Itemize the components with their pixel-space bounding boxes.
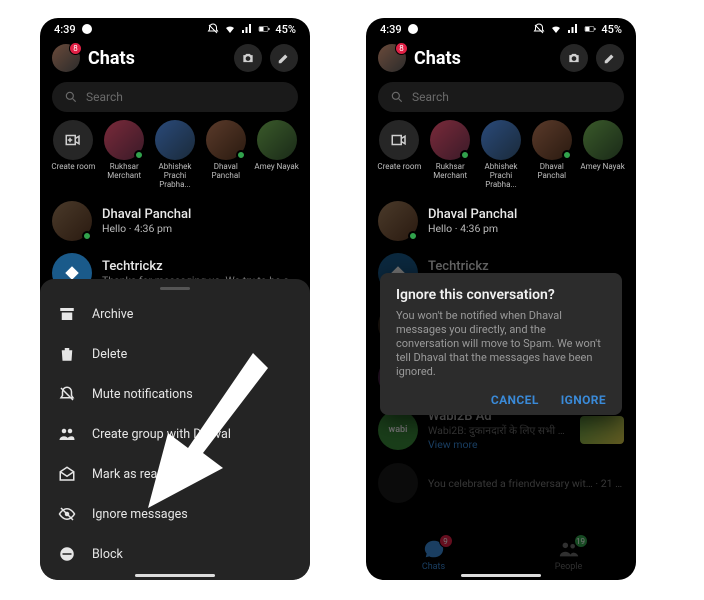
messenger-icon <box>407 23 419 35</box>
dnd-icon <box>533 23 545 35</box>
wifi-icon <box>550 23 562 35</box>
messenger-icon <box>81 23 93 35</box>
chat-row[interactable]: You celebrated a friendversary wit… · 21… <box>374 457 628 509</box>
create-room[interactable]: Create room <box>50 120 97 189</box>
sheet-delete[interactable]: Delete <box>40 334 310 374</box>
action-sheet: Archive Delete Mute notifications Create… <box>40 279 310 580</box>
home-indicator[interactable] <box>135 574 215 577</box>
mail-open-icon <box>58 465 76 483</box>
video-plus-icon <box>390 131 408 149</box>
chat-name: Techtrickz <box>428 259 624 274</box>
status-time: 4:39 <box>54 23 76 36</box>
eye-off-icon <box>58 505 76 523</box>
create-room[interactable]: Create room <box>376 120 423 189</box>
stories-row[interactable]: Create room Rukhsar Merchant Abhishek Pr… <box>40 120 310 195</box>
page-title: Chats <box>88 48 226 69</box>
status-bar: 4:39 45% <box>366 18 636 40</box>
pencil-icon <box>603 51 617 65</box>
nav-chats[interactable]: 9 Chats <box>366 538 501 572</box>
bell-off-icon <box>58 385 76 403</box>
sheet-block[interactable]: Block <box>40 534 310 574</box>
signal-icon <box>241 23 253 35</box>
dialog-body: You won't be notified when Dhaval messag… <box>396 309 606 379</box>
camera-icon <box>241 51 255 65</box>
sheet-create-group[interactable]: Create group with Dhaval <box>40 414 310 454</box>
search-icon <box>390 90 404 104</box>
app-header: 8 Chats <box>366 40 636 78</box>
nav-people[interactable]: 19 People <box>501 538 636 572</box>
chat-preview: Wabi2B: दुकानदारों के लिए सभी समस्या अटक… <box>428 424 570 438</box>
page-title: Chats <box>414 48 552 69</box>
story-item[interactable]: Rukhsar Merchant <box>427 120 474 189</box>
search-placeholder: Search <box>86 90 123 104</box>
block-icon <box>58 545 76 563</box>
story-item[interactable]: Amey Nayak <box>579 120 626 189</box>
sheet-mark-read[interactable]: Mark as read <box>40 454 310 494</box>
confirm-dialog: Ignore this conversation? You won't be n… <box>380 273 622 415</box>
ignore-button[interactable]: IGNORE <box>561 393 606 407</box>
sheet-archive[interactable]: Archive <box>40 294 310 334</box>
notification-badge: 8 <box>395 42 408 55</box>
battery-icon <box>258 23 270 35</box>
story-item[interactable]: Abhishek Prachi Prabha... <box>478 120 525 189</box>
story-item[interactable]: Dhaval Panchal <box>528 120 575 189</box>
signal-icon <box>567 23 579 35</box>
search-input[interactable]: Search <box>378 82 624 112</box>
cancel-button[interactable]: CANCEL <box>491 393 539 407</box>
trash-icon <box>58 345 76 363</box>
chat-name: Dhaval Panchal <box>102 207 298 222</box>
profile-avatar[interactable]: 8 <box>378 44 406 72</box>
wifi-icon <box>224 23 236 35</box>
camera-button[interactable] <box>560 44 588 72</box>
sheet-ignore[interactable]: Ignore messages <box>40 494 310 534</box>
ad-thumbnail <box>580 416 624 444</box>
camera-button[interactable] <box>234 44 262 72</box>
nav-chats-label: Chats <box>422 562 445 572</box>
stories-row[interactable]: Create room Rukhsar Merchant Abhishek Pr… <box>366 120 636 195</box>
sheet-handle[interactable] <box>160 287 190 290</box>
story-item[interactable]: Rukhsar Merchant <box>101 120 148 189</box>
camera-icon <box>567 51 581 65</box>
chat-preview: Hello · 4:36 pm <box>102 222 298 235</box>
compose-button[interactable] <box>596 44 624 72</box>
chat-preview: Hello · 4:36 pm <box>428 222 624 235</box>
search-icon <box>64 90 78 104</box>
nav-people-badge: 19 <box>574 534 588 548</box>
sheet-mute[interactable]: Mute notifications <box>40 374 310 414</box>
compose-button[interactable] <box>270 44 298 72</box>
bottom-nav: 9 Chats 19 People <box>366 538 636 572</box>
chat-row[interactable]: Dhaval Panchal Hello · 4:36 pm <box>48 195 302 247</box>
notification-badge: 8 <box>69 42 82 55</box>
chat-name: Dhaval Panchal <box>428 207 624 222</box>
story-item[interactable]: Abhishek Prachi Prabha... <box>152 120 199 189</box>
archive-icon <box>58 305 76 323</box>
search-input[interactable]: Search <box>52 82 298 112</box>
profile-avatar[interactable]: 8 <box>52 44 80 72</box>
status-battery: 45% <box>601 23 622 36</box>
phone-left: 4:39 45% 8 Chats Search Create room <box>40 18 310 580</box>
chat-row[interactable]: Dhaval Panchal Hello · 4:36 pm <box>374 195 628 247</box>
video-plus-icon <box>64 131 82 149</box>
pencil-icon <box>277 51 291 65</box>
home-indicator[interactable] <box>461 574 541 577</box>
nav-chats-badge: 9 <box>439 534 453 548</box>
chat-preview: You celebrated a friendversary wit… · 21… <box>428 477 624 490</box>
status-time: 4:39 <box>380 23 402 36</box>
search-placeholder: Search <box>412 90 449 104</box>
app-header: 8 Chats <box>40 40 310 78</box>
story-item[interactable]: Dhaval Panchal <box>202 120 249 189</box>
dnd-icon <box>207 23 219 35</box>
nav-people-label: People <box>555 562 583 572</box>
create-room-label: Create room <box>51 162 95 171</box>
dialog-title: Ignore this conversation? <box>396 287 606 303</box>
battery-icon <box>584 23 596 35</box>
story-item[interactable]: Amey Nayak <box>253 120 300 189</box>
chat-name: Techtrickz <box>102 259 298 274</box>
status-bar: 4:39 45% <box>40 18 310 40</box>
status-battery: 45% <box>275 23 296 36</box>
phone-right: 4:39 45% 8 Chats Search Create room Rukh… <box>366 18 636 580</box>
people-icon <box>58 425 76 443</box>
ad-link[interactable]: View more <box>428 438 570 451</box>
